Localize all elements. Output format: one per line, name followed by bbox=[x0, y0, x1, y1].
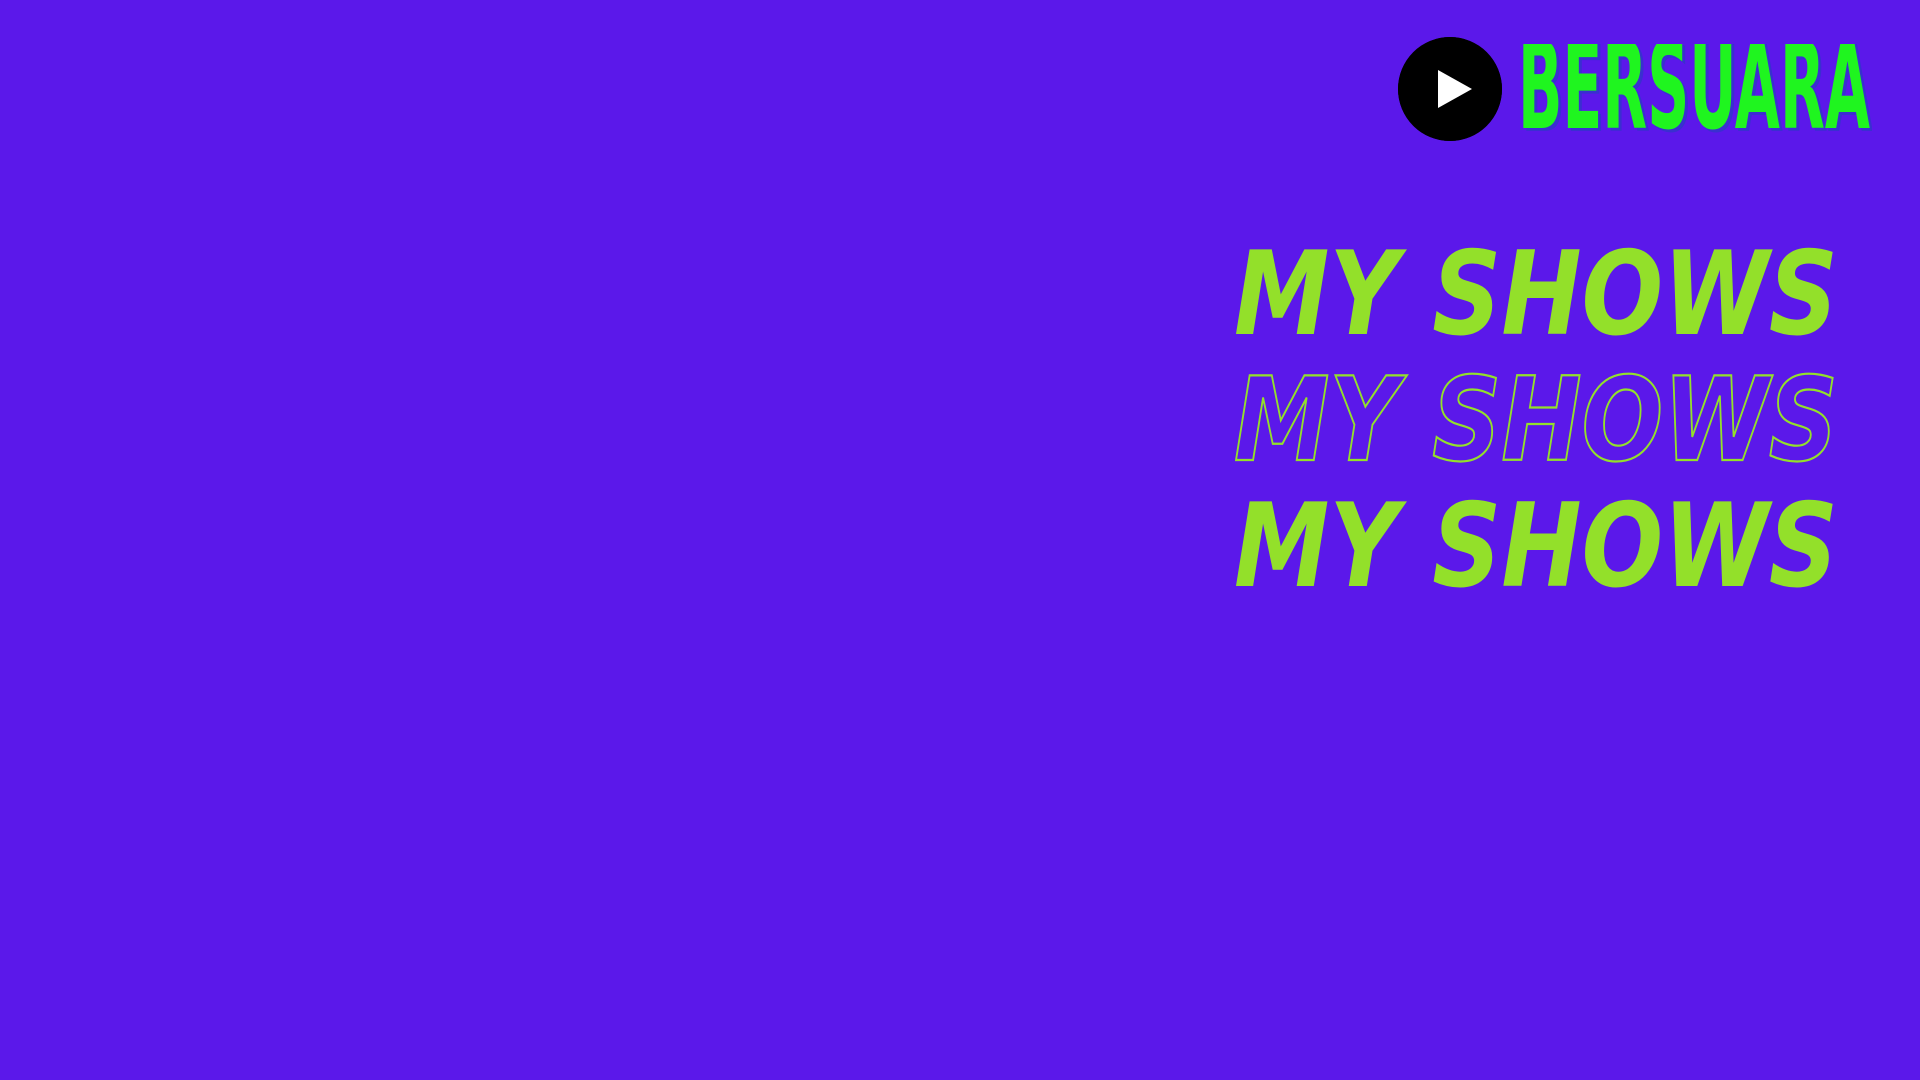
title-line-filled-top: MY SHOWS bbox=[1234, 227, 1838, 362]
brand-name: BERSUARA bbox=[1518, 44, 1870, 134]
title-text: MY SHOWS bbox=[1234, 479, 1838, 614]
play-button bbox=[1398, 37, 1502, 141]
title-text: MY SHOWS bbox=[1234, 353, 1838, 488]
title-line-filled-bottom: MY SHOWS bbox=[1234, 479, 1838, 614]
play-icon bbox=[1398, 37, 1502, 141]
title-line-outline: MY SHOWS bbox=[1233, 352, 1839, 489]
shows-title-stack: MY SHOWS MY SHOWS MY SHOWS bbox=[1228, 226, 1848, 614]
brand-logo: BERSUARA BERSUARA bbox=[1398, 36, 1872, 142]
brand-wordmark: BERSUARA BERSUARA bbox=[1518, 44, 1872, 134]
title-text: MY SHOWS bbox=[1234, 227, 1838, 362]
